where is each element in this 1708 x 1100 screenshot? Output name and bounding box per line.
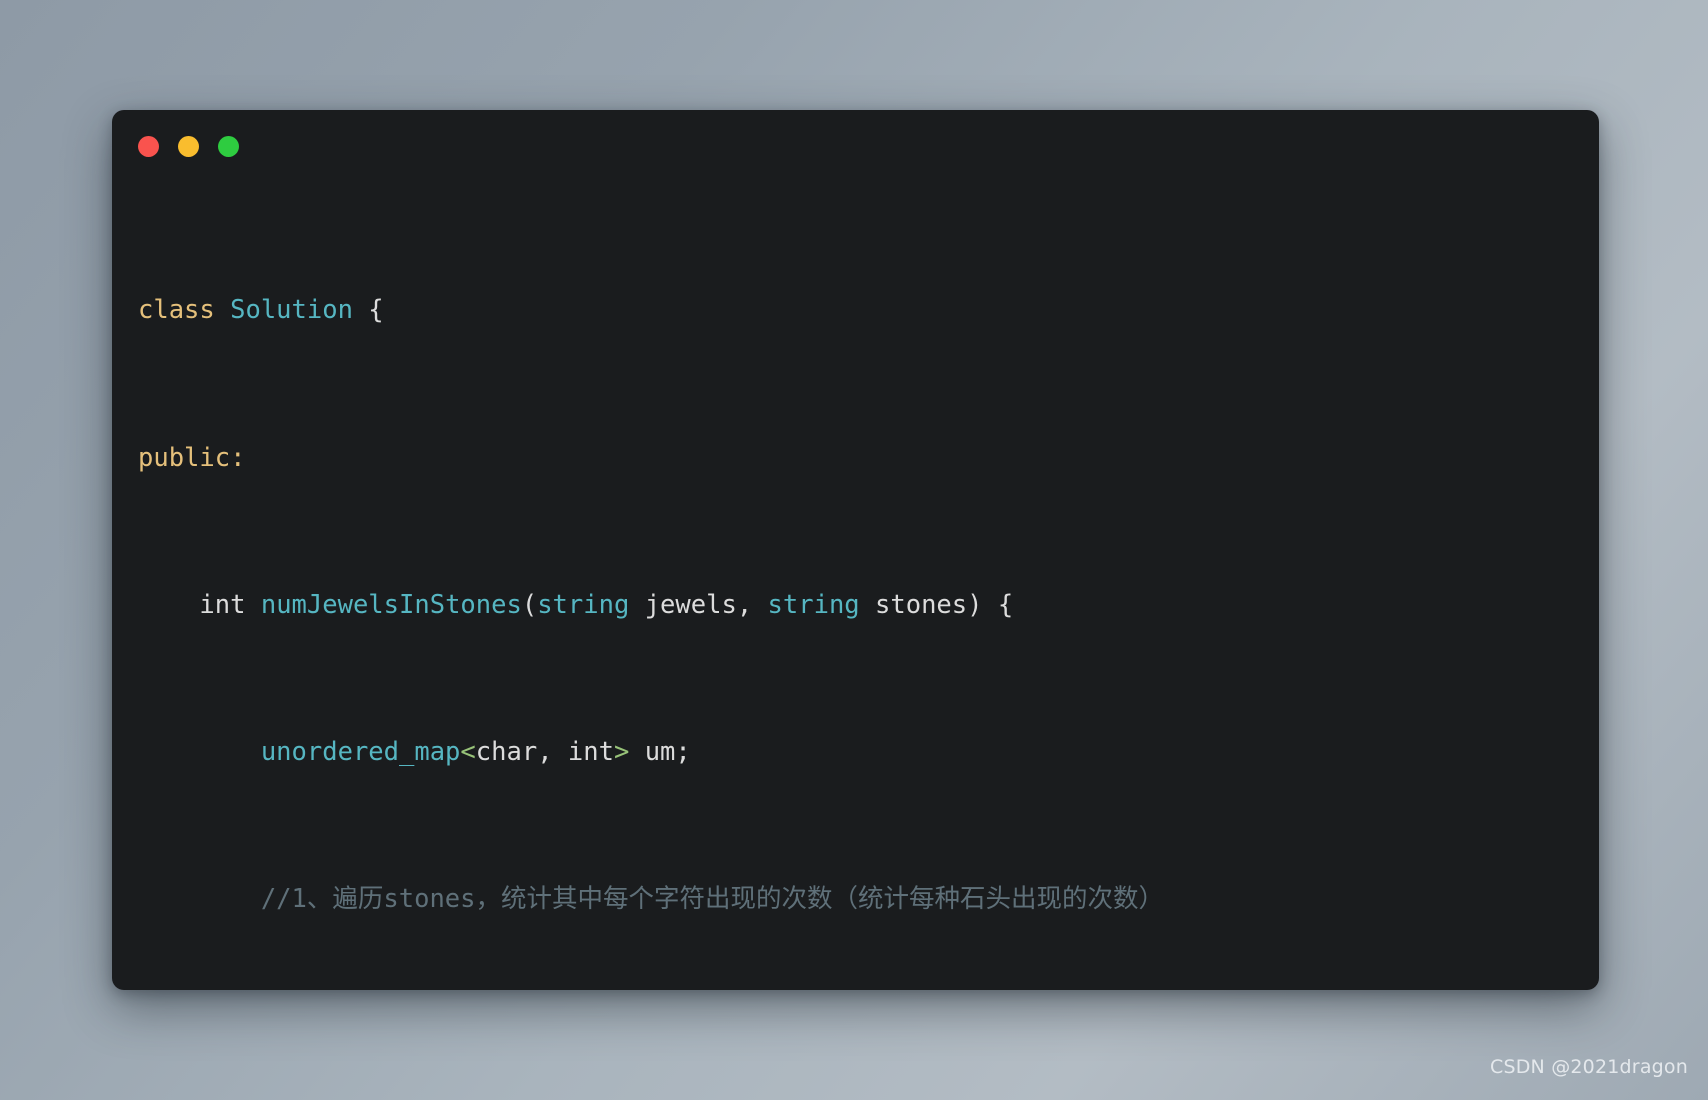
keyword-class: class: [138, 295, 215, 326]
signature-tail: ) {: [967, 589, 1014, 620]
angle-close: >: [613, 736, 630, 767]
param-type-2: string: [767, 589, 860, 620]
indent-4: [138, 737, 261, 767]
comma-3: ,: [736, 589, 768, 620]
param-name-2: stones: [875, 589, 968, 620]
code-block[interactable]: class Solution { public: int numJewelsIn…: [112, 182, 1599, 990]
type-char: char: [475, 736, 538, 767]
code-line-2: public:: [138, 440, 1573, 477]
close-button[interactable]: [138, 136, 159, 157]
maximize-button[interactable]: [218, 136, 239, 157]
window-titlebar[interactable]: [112, 110, 1599, 182]
space-1: [215, 295, 230, 325]
space-3: [245, 590, 260, 620]
type-int-4: int: [567, 736, 614, 767]
param-type-1: string: [537, 589, 630, 620]
code-line-3: int numJewelsInStones(string jewels, str…: [138, 587, 1573, 624]
param-name-1: jewels: [644, 589, 737, 620]
watermark-text: CSDN @2021dragon: [1489, 1056, 1688, 1078]
code-window: class Solution { public: int numJewelsIn…: [112, 110, 1599, 990]
access-specifier-public: public:: [138, 442, 246, 473]
space-3b: [629, 590, 644, 620]
code-line-1: class Solution {: [138, 292, 1573, 329]
type-unordered-map: unordered_map: [260, 736, 461, 767]
indent-3: [138, 590, 199, 620]
semicolon-4: ;: [675, 736, 691, 767]
comment-step-1: //1、遍历stones，统计其中每个字符出现的次数（统计每种石头出现的次数）: [260, 884, 1165, 915]
code-line-4: unordered_map<char, int> um;: [138, 734, 1573, 771]
minimize-button[interactable]: [178, 136, 199, 157]
open-brace-1: {: [352, 295, 384, 326]
type-int-3: int: [199, 589, 246, 620]
function-name: numJewelsInStones: [260, 589, 522, 620]
angle-open: <: [460, 736, 476, 767]
space-3c: [860, 590, 875, 620]
class-name: Solution: [230, 295, 353, 326]
var-um: um: [629, 736, 676, 767]
paren-open-3: (: [521, 589, 538, 620]
code-line-5: //1、遍历stones，统计其中每个字符出现的次数（统计每种石头出现的次数）: [138, 881, 1573, 918]
screenshot-root: class Solution { public: int numJewelsIn…: [0, 0, 1708, 1100]
indent-5: [138, 884, 261, 914]
comma-4: ,: [537, 736, 568, 767]
